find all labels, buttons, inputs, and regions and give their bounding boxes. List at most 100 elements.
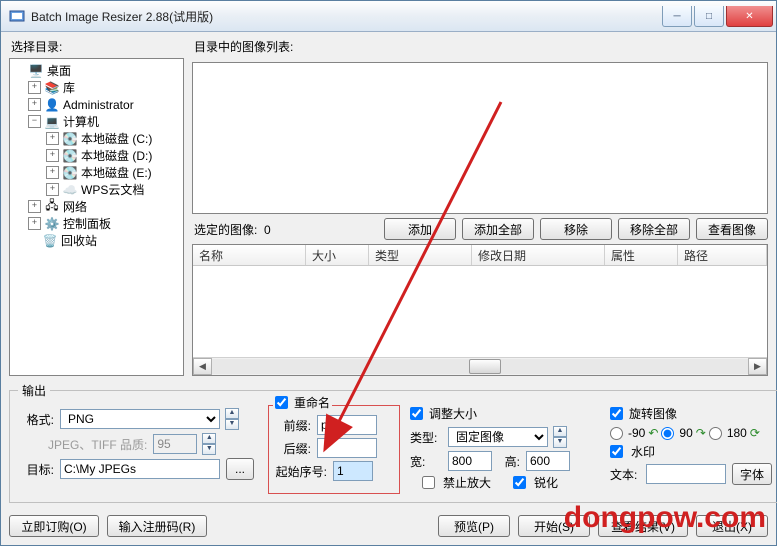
quality-input — [153, 434, 197, 454]
resize-type-spinner[interactable]: ▲▼ — [553, 426, 567, 448]
rotate-cw-icon: ↷ — [696, 426, 706, 440]
collapse-icon[interactable]: − — [28, 115, 41, 128]
output-legend: 输出 — [18, 382, 50, 399]
expand-icon[interactable]: + — [46, 166, 59, 179]
order-now-button[interactable]: 立即订购(O) — [9, 515, 99, 537]
font-button[interactable]: 字体 — [732, 463, 772, 485]
close-button[interactable]: ✕ — [726, 6, 773, 27]
horizontal-scrollbar[interactable]: ◀ ▶ — [193, 357, 767, 375]
tree-computer[interactable]: 计算机 — [63, 113, 99, 130]
tree-wps[interactable]: WPS云文档 — [81, 181, 144, 198]
recycle-icon: 🗑️ — [42, 233, 58, 249]
col-size[interactable]: 大小 — [306, 245, 369, 265]
scroll-right-icon[interactable]: ▶ — [748, 358, 767, 375]
expand-icon[interactable]: + — [46, 132, 59, 145]
expand-icon[interactable]: + — [46, 183, 59, 196]
table-body — [193, 266, 767, 357]
col-path[interactable]: 路径 — [678, 245, 767, 265]
add-all-button[interactable]: 添加全部 — [462, 218, 534, 240]
drive-icon: 💽 — [62, 131, 78, 147]
col-attr[interactable]: 属性 — [605, 245, 678, 265]
rename-group: 重命名 前缀: 后缀: 起始序号: — [268, 405, 400, 494]
width-input[interactable] — [448, 451, 492, 471]
expand-icon[interactable]: + — [28, 217, 41, 230]
format-select[interactable]: PNG — [60, 409, 220, 429]
startnum-input[interactable] — [333, 461, 373, 481]
expand-icon[interactable]: + — [28, 81, 41, 94]
target-label: 目标: — [18, 461, 54, 478]
output-group: 输出 格式: PNG ▲▼ JPEG、TIFF 品质: ▲▼ 目标: — [9, 382, 777, 503]
directory-tree[interactable]: 🖥️桌面 +📚库 +👤Administrator −💻计算机 +💽本地磁盘 (C… — [9, 58, 184, 376]
scroll-thumb[interactable] — [469, 359, 501, 374]
target-input[interactable] — [60, 459, 220, 479]
network-icon: 🖧 — [44, 199, 60, 215]
col-modified[interactable]: 修改日期 — [472, 245, 605, 265]
watermark-checkbox[interactable] — [610, 445, 623, 458]
rotate-180-icon: ⟳ — [750, 426, 760, 440]
tree-controlpanel[interactable]: 控制面板 — [63, 215, 111, 232]
drive-icon: 💽 — [62, 148, 78, 164]
format-spinner[interactable]: ▲▼ — [225, 408, 239, 430]
suffix-label: 后缀: — [275, 440, 311, 457]
resize-type-select[interactable]: 固定图像 — [448, 427, 548, 447]
image-list-panel[interactable] — [192, 62, 768, 214]
height-label: 高: — [498, 453, 520, 470]
expand-icon[interactable]: + — [28, 98, 41, 111]
prefix-label: 前缀: — [275, 417, 311, 434]
expand-icon[interactable]: + — [46, 149, 59, 162]
tree-drive-e[interactable]: 本地磁盘 (E:) — [81, 164, 152, 181]
tree-recycle[interactable]: 回收站 — [61, 232, 97, 249]
add-button[interactable]: 添加 — [384, 218, 456, 240]
resize-checkbox[interactable] — [410, 407, 423, 420]
rotate-90-radio[interactable] — [661, 427, 674, 440]
scroll-left-icon[interactable]: ◀ — [193, 358, 212, 375]
rename-checkbox[interactable] — [275, 396, 288, 409]
height-input[interactable] — [526, 451, 570, 471]
image-list-label: 目录中的图像列表: — [194, 38, 768, 55]
tree-network[interactable]: 网络 — [63, 198, 87, 215]
selected-count-label: 选定的图像: 0 — [192, 221, 378, 238]
sharpen-checkbox[interactable] — [513, 476, 526, 489]
format-label: 格式: — [18, 411, 54, 428]
rotate-m90-radio[interactable] — [610, 427, 623, 440]
select-directory-label: 选择目录: — [11, 38, 184, 55]
col-type[interactable]: 类型 — [369, 245, 472, 265]
text-label: 文本: — [610, 466, 640, 483]
selected-images-table[interactable]: 名称 大小 类型 修改日期 属性 路径 ◀ ▶ — [192, 244, 768, 376]
tree-libraries[interactable]: 库 — [63, 79, 75, 96]
quality-label: JPEG、TIFF 品质: — [48, 436, 147, 453]
suffix-input[interactable] — [317, 438, 377, 458]
type-label: 类型: — [410, 429, 442, 446]
rotate-180-radio[interactable] — [709, 427, 722, 440]
rotate-checkbox[interactable] — [610, 407, 623, 420]
rotate-group: 旋转图像 -90 ↶ 90 ↷ 180 ⟳ 水印 — [610, 405, 772, 494]
controlpanel-icon: ⚙️ — [44, 216, 60, 232]
remove-all-button[interactable]: 移除全部 — [618, 218, 690, 240]
tree-drive-d[interactable]: 本地磁盘 (D:) — [81, 147, 152, 164]
expand-icon[interactable]: + — [28, 200, 41, 213]
desktop-icon: 🖥️ — [28, 63, 44, 79]
resize-header: 调整大小 — [429, 405, 477, 422]
col-name[interactable]: 名称 — [193, 245, 306, 265]
tree-desktop[interactable]: 桌面 — [47, 62, 71, 79]
noupscale-checkbox[interactable] — [422, 476, 435, 489]
drive-icon: 💽 — [62, 165, 78, 181]
resize-group: 调整大小 类型: 固定图像 ▲▼ 宽: 高: — [410, 405, 600, 494]
minimize-button[interactable]: ─ — [662, 6, 692, 27]
view-image-button[interactable]: 查看图像 — [696, 218, 768, 240]
window-title: Batch Image Resizer 2.88(试用版) — [31, 8, 660, 25]
sharpen-label: 锐化 — [534, 474, 558, 491]
maximize-button[interactable]: □ — [694, 6, 724, 27]
user-icon: 👤 — [44, 97, 60, 113]
width-label: 宽: — [410, 453, 442, 470]
watermark-text-input[interactable] — [646, 464, 726, 484]
remove-button[interactable]: 移除 — [540, 218, 612, 240]
tree-user[interactable]: Administrator — [63, 98, 134, 112]
titlebar: Batch Image Resizer 2.88(试用版) ─ □ ✕ — [1, 1, 776, 32]
enter-regcode-button[interactable]: 输入注册码(R) — [107, 515, 207, 537]
quality-spinner: ▲▼ — [202, 433, 216, 455]
preview-button[interactable]: 预览(P) — [438, 515, 510, 537]
browse-button[interactable]: ... — [226, 458, 254, 480]
prefix-input[interactable] — [317, 415, 377, 435]
tree-drive-c[interactable]: 本地磁盘 (C:) — [81, 130, 152, 147]
